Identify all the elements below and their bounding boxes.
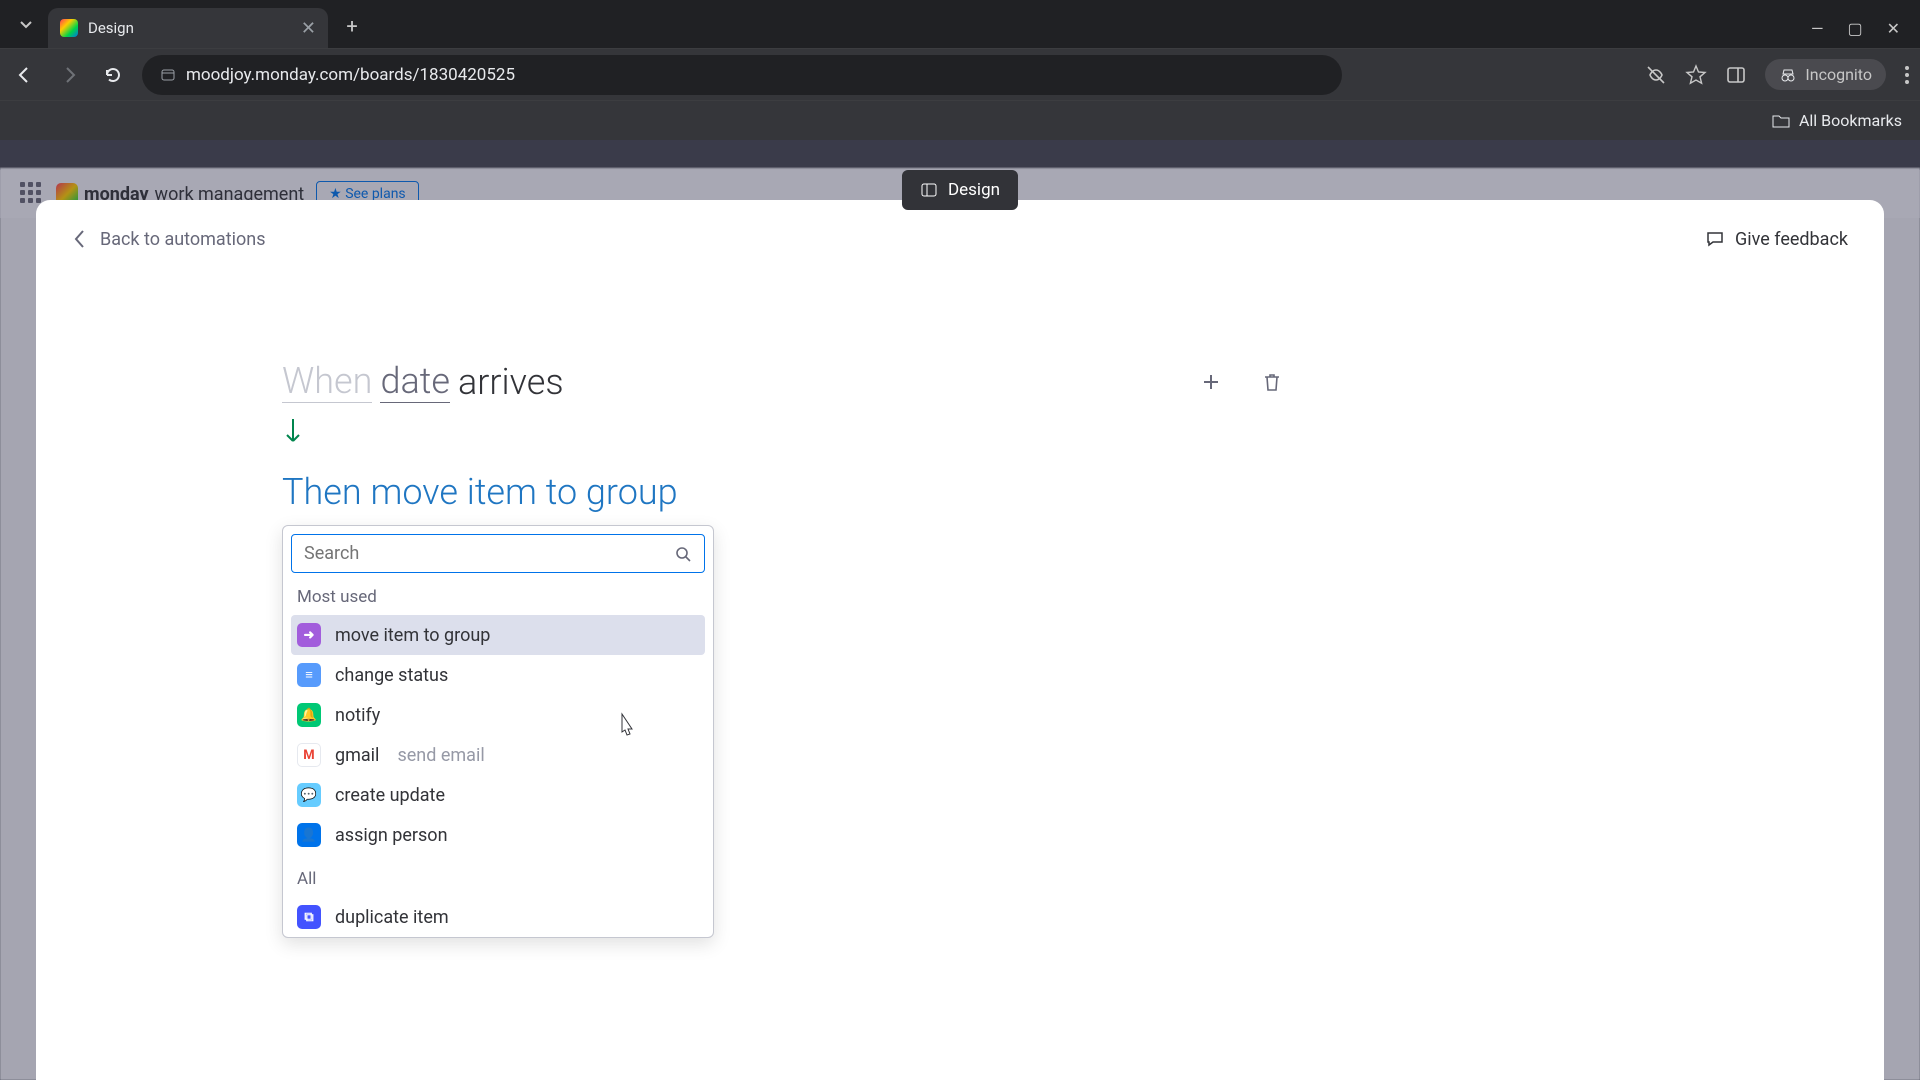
automation-builder: When date arrives Then move item to grou… [282,360,1282,938]
option-label: notify [335,705,380,726]
flow-arrow-icon [282,417,1282,447]
incognito-chip[interactable]: Incognito [1765,59,1886,90]
favicon-icon [60,19,78,37]
gmail-icon: M [297,743,321,767]
search-input[interactable] [304,543,674,564]
incognito-icon [1779,66,1797,84]
person-icon: 👤 [297,823,321,847]
section-all: All [291,855,705,897]
tab-close-icon[interactable]: ✕ [301,18,316,39]
option-label: gmail [335,745,379,766]
sidepanel-icon[interactable] [1725,64,1747,86]
give-feedback[interactable]: Give feedback [1705,229,1848,250]
star-icon[interactable] [1685,64,1707,86]
trigger-date[interactable]: date [380,360,450,403]
update-icon: 💬 [297,783,321,807]
new-tab-button[interactable]: + [334,8,370,44]
search-icon [674,545,692,563]
trigger-arrives: arrives [458,361,564,403]
back-label: Back to automations [100,229,266,250]
option-label: duplicate item [335,907,449,928]
add-step-button[interactable] [1200,371,1222,393]
kebab-icon[interactable] [1904,64,1910,86]
address-bar: moodjoy.monday.com/boards/1830420525 Inc… [0,48,1920,100]
bookmarks-bar: All Bookmarks [0,100,1920,140]
tab-title: Design [88,19,134,37]
reload-button[interactable] [98,60,128,90]
action-sentence[interactable]: Then move item to group [282,471,1282,513]
board-title-pill[interactable]: Design [902,170,1018,210]
forward-button[interactable] [54,60,84,90]
tab-search-dropdown[interactable] [8,6,44,42]
panel-icon [920,181,938,199]
tab-bar: Design ✕ + ― ▢ ✕ [0,0,1920,48]
window-controls: ― ▢ ✕ [1811,19,1920,38]
search-wrap [291,534,705,573]
option-label: move item to group [335,625,490,646]
eye-off-icon[interactable] [1645,64,1667,86]
delete-step-button[interactable] [1262,371,1282,393]
option-change-status[interactable]: ≡ change status [291,655,705,695]
incognito-label: Incognito [1805,65,1872,84]
arrow-right-icon: ➜ [297,623,321,647]
option-sublabel: send email [397,745,484,766]
option-label: change status [335,665,448,686]
trigger-when[interactable]: When [282,360,372,403]
option-assign-person[interactable]: 👤 assign person [291,815,705,855]
section-most-used: Most used [291,573,705,615]
chat-icon [1705,229,1725,249]
url-text: moodjoy.monday.com/boards/1830420525 [186,65,515,85]
automation-modal: Back to automations Give feedback When d… [36,200,1884,1080]
option-gmail[interactable]: M gmail send email [291,735,705,775]
maximize-icon[interactable]: ▢ [1847,19,1862,38]
action-picker-dropdown: Most used ➜ move item to group ≡ change … [282,525,714,938]
status-icon: ≡ [297,663,321,687]
toolbar-right: Incognito [1645,59,1910,90]
option-label: assign person [335,825,448,846]
option-label: create update [335,785,445,806]
option-move-item[interactable]: ➜ move item to group [291,615,705,655]
trigger-actions [1200,371,1282,393]
option-notify[interactable]: 🔔 notify [291,695,705,735]
option-duplicate-item[interactable]: ⧉ duplicate item [291,897,705,937]
feedback-label: Give feedback [1735,229,1848,250]
folder-icon [1771,111,1791,131]
back-button[interactable] [10,60,40,90]
modal-header: Back to automations Give feedback [72,228,1848,250]
url-field[interactable]: moodjoy.monday.com/boards/1830420525 [142,55,1342,95]
browser-chrome: Design ✕ + ― ▢ ✕ moodjoy.monday.com/boar… [0,0,1920,128]
all-bookmarks-link[interactable]: All Bookmarks [1799,111,1902,130]
minimize-icon[interactable]: ― [1811,19,1824,38]
bell-icon: 🔔 [297,703,321,727]
back-to-automations[interactable]: Back to automations [72,228,266,250]
chevron-left-icon [72,228,86,250]
close-window-icon[interactable]: ✕ [1887,19,1900,38]
trigger-row: When date arrives [282,360,1282,403]
board-title: Design [948,180,1000,200]
option-create-update[interactable]: 💬 create update [291,775,705,815]
site-info-icon[interactable] [160,67,176,83]
browser-tab[interactable]: Design ✕ [48,8,328,48]
duplicate-icon: ⧉ [297,905,321,929]
